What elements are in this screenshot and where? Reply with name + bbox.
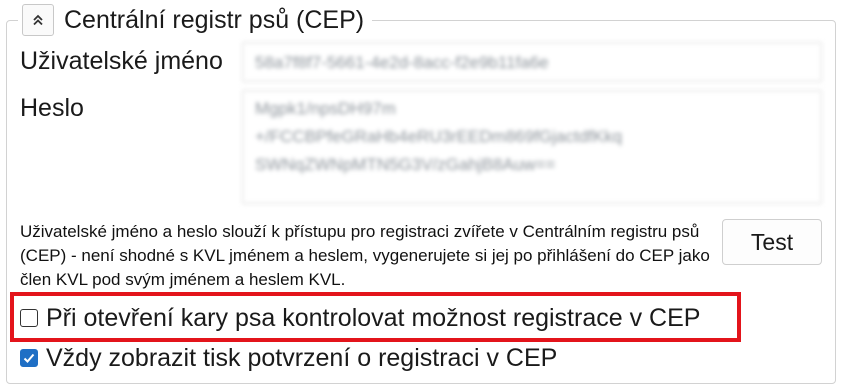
username-field[interactable]: 58a7f8f7-5661-4e2d-8acc-f2e9b11fa6e	[242, 42, 822, 82]
help-text: Uživatelské jméno a heslo slouží k příst…	[20, 222, 710, 289]
checkbox-checked-icon[interactable]	[20, 349, 38, 367]
checkbox-always-print[interactable]: Vždy zobrazit tisk potvrzení o registrac…	[20, 340, 557, 376]
password-field[interactable]: Mgpk1/npsDH97m +/FCCBPfeGRaHb4eRU3rEEDm8…	[242, 90, 822, 204]
password-label: Heslo	[20, 94, 84, 122]
username-label: Uživatelské jméno	[20, 47, 223, 75]
checkbox-check-on-open[interactable]: Při otevření kary psa kontrolovat možnos…	[20, 300, 700, 336]
cep-group-header: Centrální registr psů (CEP)	[18, 2, 373, 38]
test-button[interactable]: Test	[722, 219, 822, 265]
collapse-button[interactable]	[22, 4, 54, 36]
double-chevron-up-icon	[33, 14, 43, 26]
checkbox-icon[interactable]	[20, 309, 38, 327]
checkbox-label: Vždy zobrazit tisk potvrzení o registrac…	[46, 343, 558, 372]
checkbox-label: Při otevření kary psa kontrolovat možnos…	[46, 303, 701, 332]
checkmark-icon	[23, 353, 35, 363]
group-title: Centrální registr psů (CEP)	[64, 5, 365, 34]
